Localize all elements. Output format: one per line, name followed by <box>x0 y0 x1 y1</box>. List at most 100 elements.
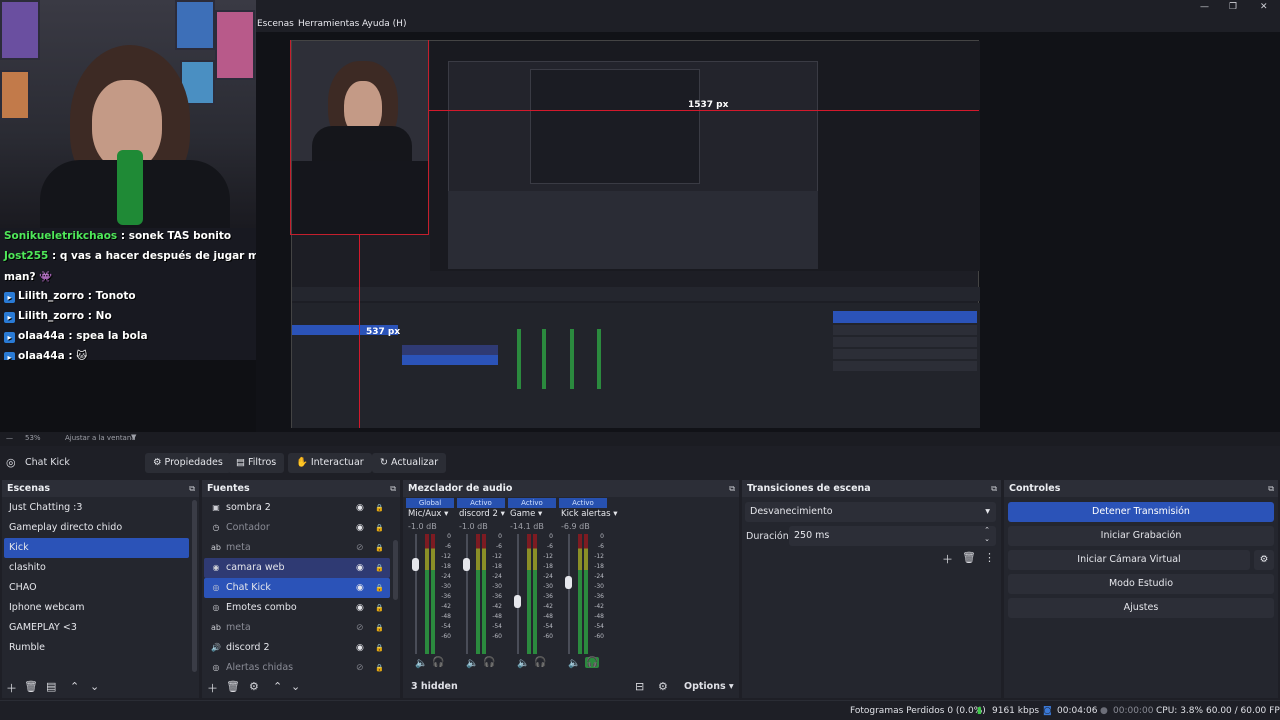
source-item[interactable]: ◎ Alertas chidas ⊘ 🔒 <box>204 658 390 678</box>
lock-icon[interactable]: 🔒 <box>375 518 384 538</box>
headphones-icon[interactable]: 🎧 <box>585 657 600 668</box>
scenes-scrollbar[interactable] <box>192 500 197 672</box>
headphones-icon[interactable]: 🎧 <box>534 657 546 668</box>
zoom-level[interactable]: 53% <box>25 434 41 442</box>
zoom-fit-option[interactable]: Ajustar a la ventana <box>65 434 136 442</box>
stop-streaming-button[interactable]: Detener Transmisión <box>1008 502 1274 522</box>
hidden-count[interactable]: 3 hidden <box>411 681 458 692</box>
chevron-down-icon[interactable]: ⌄ <box>291 680 300 693</box>
eye-icon[interactable]: ◉ <box>356 638 364 658</box>
volume-track[interactable] <box>568 534 570 654</box>
volume-slider-handle[interactable] <box>514 595 521 608</box>
channel-source-dropdown[interactable]: discord 2 ▾ <box>459 509 505 519</box>
chevron-down-icon[interactable]: ⌄ <box>90 680 99 693</box>
speaker-icon[interactable]: 🔈 <box>466 658 478 669</box>
duration-spinbox[interactable]: 250 ms ⌃ ⌄ <box>789 526 996 546</box>
filter-icon[interactable]: ▤ <box>46 680 56 693</box>
scene-item[interactable]: Gameplay directo chido <box>4 518 189 538</box>
gear-icon[interactable]: ⚙ <box>658 680 668 693</box>
headphones-icon[interactable]: 🎧 <box>483 657 495 668</box>
lock-icon[interactable]: 🔒 <box>375 558 384 578</box>
chevron-up-icon[interactable]: ⌃ <box>273 680 282 693</box>
chevron-down-icon[interactable]: ▼ <box>131 433 136 441</box>
undock-icon[interactable]: ⧉ <box>1268 480 1274 497</box>
headphones-icon[interactable]: 🎧 <box>432 657 444 668</box>
menu-escenas[interactable]: Escenas <box>257 19 294 29</box>
start-virtual-camera-button[interactable]: Iniciar Cámara Virtual <box>1008 550 1250 570</box>
source-item[interactable]: ◷ Contador ◉ 🔒 <box>204 518 390 538</box>
gear-icon[interactable]: ⚙ <box>249 680 259 693</box>
eye-icon[interactable]: ◉ <box>356 498 364 518</box>
speaker-icon[interactable]: 🔈 <box>568 658 580 669</box>
filters-button[interactable]: ▤ Filtros <box>228 453 285 473</box>
volume-slider-handle[interactable] <box>412 558 419 571</box>
lock-icon[interactable]: 🔒 <box>375 618 384 638</box>
eye-icon[interactable]: ◉ <box>356 598 364 618</box>
lock-icon[interactable]: 🔒 <box>375 498 384 518</box>
lock-icon[interactable]: 🔒 <box>375 658 384 678</box>
close-button[interactable]: ✕ <box>1260 2 1268 12</box>
eye-icon[interactable]: ◉ <box>356 518 364 538</box>
layout-icon[interactable]: ⊟ <box>635 680 644 693</box>
studio-mode-button[interactable]: Modo Estudio <box>1008 574 1274 594</box>
source-item[interactable]: ◎ Chat Kick ◉ 🔒 <box>204 578 390 598</box>
volume-track[interactable] <box>415 534 417 654</box>
lock-icon[interactable]: 🔒 <box>375 538 384 558</box>
lock-icon[interactable]: 🔒 <box>375 578 384 598</box>
add-icon[interactable]: ＋ <box>6 680 17 696</box>
trash-icon[interactable]: 🗑 <box>962 551 976 564</box>
undock-icon[interactable]: ⧉ <box>189 480 195 497</box>
gear-icon[interactable]: ⚙ <box>1254 550 1274 570</box>
source-item[interactable]: ab meta ⊘ 🔒 <box>204 538 390 558</box>
source-item[interactable]: ◎ Emotes combo ◉ 🔒 <box>204 598 390 618</box>
spin-arrows-icon[interactable]: ⌃ ⌄ <box>984 526 990 544</box>
scene-item[interactable]: Iphone webcam <box>4 598 189 618</box>
eye-icon[interactable]: ◉ <box>356 578 364 598</box>
start-recording-button[interactable]: Iniciar Grabación <box>1008 526 1274 546</box>
menu-herramientas[interactable]: Herramientas <box>298 19 359 29</box>
maximize-button[interactable]: ❐ <box>1229 2 1237 12</box>
more-icon[interactable]: ⋮ <box>984 551 995 564</box>
source-item[interactable]: ◉ camara web ◉ 🔒 <box>204 558 390 578</box>
properties-button[interactable]: ⚙ Propiedades <box>145 453 231 473</box>
scene-item[interactable]: Just Chatting :3 <box>4 498 189 518</box>
source-item[interactable]: 🔊 discord 2 ◉ 🔒 <box>204 638 390 658</box>
lock-icon[interactable]: 🔒 <box>375 638 384 658</box>
mixer-options-button[interactable]: Options ▾ <box>684 681 734 692</box>
add-icon[interactable]: ＋ <box>207 680 218 696</box>
scene-item[interactable]: clashito <box>4 558 189 578</box>
speaker-icon[interactable]: 🔈 <box>415 658 427 669</box>
trash-icon[interactable]: 🗑 <box>24 680 38 693</box>
undock-icon[interactable]: ⧉ <box>729 480 735 497</box>
scene-item[interactable]: Kick <box>4 538 189 558</box>
minimize-button[interactable]: — <box>1200 2 1209 12</box>
volume-track[interactable] <box>517 534 519 654</box>
interact-button[interactable]: ✋ Interactuar <box>288 453 372 473</box>
eye-off-icon[interactable]: ⊘ <box>356 618 364 638</box>
add-icon[interactable]: ＋ <box>942 551 953 567</box>
source-item[interactable]: ab meta ⊘ 🔒 <box>204 618 390 638</box>
sources-scrollbar[interactable] <box>393 540 398 600</box>
volume-track[interactable] <box>466 534 468 654</box>
eye-off-icon[interactable]: ⊘ <box>356 538 364 558</box>
speaker-icon[interactable]: 🔈 <box>517 658 529 669</box>
trash-icon[interactable]: 🗑 <box>226 680 240 693</box>
source-item[interactable]: ▣ sombra 2 ◉ 🔒 <box>204 498 390 518</box>
menu-ayuda[interactable]: Ayuda (H) <box>362 19 406 29</box>
channel-source-dropdown[interactable]: Kick alertas ▾ <box>561 509 617 519</box>
lock-icon[interactable]: 🔒 <box>375 598 384 618</box>
settings-button[interactable]: Ajustes <box>1008 598 1274 618</box>
scene-item[interactable]: GAMEPLAY <3 <box>4 618 189 638</box>
chevron-up-icon[interactable]: ⌃ <box>70 680 79 693</box>
channel-source-dropdown[interactable]: Mic/Aux ▾ <box>408 509 448 519</box>
refresh-button[interactable]: ↻ Actualizar <box>372 453 447 473</box>
scene-item[interactable]: Rumble <box>4 638 189 658</box>
scene-item[interactable]: CHAO <box>4 578 189 598</box>
transition-type-select[interactable]: Desvanecimiento ▾ <box>745 502 996 522</box>
channel-source-dropdown[interactable]: Game ▾ <box>510 509 542 519</box>
eye-icon[interactable]: ◉ <box>356 558 364 578</box>
eye-off-icon[interactable]: ⊘ <box>356 658 364 678</box>
volume-slider-handle[interactable] <box>463 558 470 571</box>
undock-icon[interactable]: ⧉ <box>991 480 997 497</box>
volume-slider-handle[interactable] <box>565 576 572 589</box>
